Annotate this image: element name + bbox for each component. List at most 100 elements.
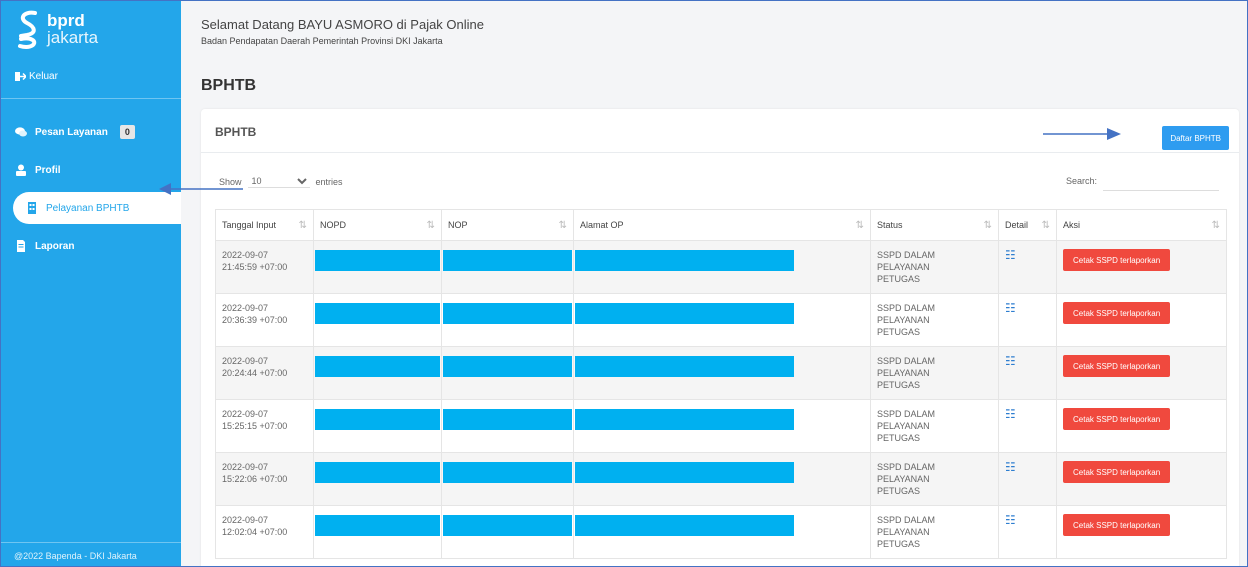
sidebar-item-label: Laporan bbox=[35, 240, 75, 252]
sidebar-item-pelayanan-bphtb[interactable]: Pelayanan BPHTB bbox=[13, 192, 181, 224]
bphtb-table: Tanggal Input ⇅ NOPD ⇅ NOP ⇅ Alamat OP ⇅ Sta… bbox=[215, 209, 1227, 559]
redaction-bar bbox=[315, 303, 440, 324]
logout-link[interactable]: Keluar bbox=[15, 71, 58, 82]
nop-cell bbox=[441, 452, 574, 506]
search-label: Search: bbox=[1065, 176, 1097, 186]
alamat-op-cell bbox=[573, 452, 871, 506]
bphtb-card: BPHTB Daftar BPHTB Show 10 entries Searc… bbox=[201, 109, 1239, 566]
column-header-alamat-op[interactable]: Alamat OP ⇅ bbox=[573, 209, 871, 241]
detail-cell: ☷ bbox=[998, 346, 1057, 400]
redaction-bar bbox=[315, 515, 440, 536]
agency-subtitle: Badan Pendapatan Daerah Pemerintah Provi… bbox=[201, 36, 443, 46]
time-text: 21:45:59 +07:00 bbox=[222, 262, 288, 272]
nop-cell bbox=[441, 505, 574, 559]
sidebar-nav: Pesan Layanan 0 Profil Pelayanan BPHTB L… bbox=[1, 113, 181, 265]
list-detail-icon[interactable]: ☷ bbox=[1005, 354, 1016, 368]
sidebar-item-label: Pesan Layanan bbox=[35, 126, 108, 138]
bprd-logo-icon bbox=[18, 10, 37, 49]
column-header-label: Status bbox=[877, 220, 903, 230]
search-input[interactable] bbox=[1103, 171, 1219, 191]
redaction-bar bbox=[443, 409, 572, 430]
status-line: SSPD DALAM bbox=[877, 250, 936, 260]
sort-icon: ⇅ bbox=[558, 220, 567, 231]
detail-cell: ☷ bbox=[998, 399, 1057, 453]
nop-cell bbox=[441, 240, 574, 294]
redaction-bar bbox=[575, 303, 794, 324]
list-detail-icon[interactable]: ☷ bbox=[1005, 301, 1016, 315]
sidebar-item-pesan-layanan[interactable]: Pesan Layanan 0 bbox=[1, 113, 181, 151]
status-line: PELAYANAN bbox=[877, 421, 930, 431]
column-header-nopd[interactable]: NOPD ⇅ bbox=[313, 209, 442, 241]
date-cell: 2022-09-07 15:25:15 +07:00 bbox=[215, 399, 314, 453]
sidebar-item-label: Pelayanan BPHTB bbox=[46, 202, 130, 214]
column-header-aksi[interactable]: Aksi ⇅ bbox=[1056, 209, 1227, 241]
redaction-bar bbox=[443, 356, 572, 377]
status-line: PETUGAS bbox=[877, 274, 921, 284]
logout-label: Keluar bbox=[29, 71, 58, 82]
column-header-label: Aksi bbox=[1063, 220, 1081, 230]
status-line: PETUGAS bbox=[877, 433, 921, 443]
redaction-bar bbox=[443, 250, 572, 271]
entries-label: entries bbox=[315, 176, 343, 187]
status-line: PELAYANAN bbox=[877, 474, 930, 484]
status-cell: SSPD DALAM PELAYANAN PETUGAS bbox=[870, 240, 999, 294]
redaction-bar bbox=[575, 356, 794, 377]
sort-icon: ⇅ bbox=[983, 220, 992, 231]
redaction-bar bbox=[443, 515, 572, 536]
column-header-tanggal-input[interactable]: Tanggal Input ⇅ bbox=[215, 209, 314, 241]
status-cell: SSPD DALAM PELAYANAN PETUGAS bbox=[870, 293, 999, 347]
status-line: SSPD DALAM bbox=[877, 515, 936, 525]
cetak-sspd-button[interactable]: Cetak SSPD terlaporkan bbox=[1063, 249, 1171, 271]
entries-select[interactable]: 10 bbox=[247, 175, 310, 188]
table-row: 2022-09-07 20:36:39 +07:00 SSPD DALAM PELAY… bbox=[215, 293, 1227, 347]
nop-cell bbox=[441, 293, 574, 347]
nopd-cell bbox=[313, 346, 442, 400]
alamat-op-cell bbox=[573, 240, 871, 294]
table-row: 2022-09-07 21:45:59 +07:00 SSPD DALAM PELAY… bbox=[215, 240, 1227, 294]
cetak-sspd-button[interactable]: Cetak SSPD terlaporkan bbox=[1063, 302, 1171, 324]
alamat-op-cell bbox=[573, 399, 871, 453]
list-detail-icon[interactable]: ☷ bbox=[1005, 248, 1016, 262]
status-line: SSPD DALAM bbox=[877, 303, 936, 313]
list-detail-icon[interactable]: ☷ bbox=[1005, 407, 1016, 421]
detail-cell: ☷ bbox=[998, 505, 1057, 559]
sign-out-icon bbox=[15, 72, 26, 81]
date-text: 2022-09-07 bbox=[222, 409, 269, 419]
cetak-sspd-button[interactable]: Cetak SSPD terlaporkan bbox=[1063, 408, 1171, 430]
nopd-cell bbox=[313, 505, 442, 559]
status-line: PELAYANAN bbox=[877, 527, 930, 537]
column-header-status[interactable]: Status ⇅ bbox=[870, 209, 999, 241]
list-detail-icon[interactable]: ☷ bbox=[1005, 513, 1016, 527]
redaction-bar bbox=[443, 462, 572, 483]
daftar-bphtb-button[interactable]: Daftar BPHTB bbox=[1162, 126, 1229, 150]
sidebar-item-laporan[interactable]: Laporan bbox=[1, 227, 181, 265]
logo-text-top: bprd bbox=[47, 11, 85, 30]
time-text: 15:25:15 +07:00 bbox=[222, 421, 288, 431]
sidebar-footer: @2022 Bapenda - DKI Jakarta bbox=[1, 542, 181, 566]
date-text: 2022-09-07 bbox=[222, 303, 269, 313]
time-text: 20:36:39 +07:00 bbox=[222, 315, 288, 325]
app-window: bprd jakarta Keluar Pesan Layanan 0 Prof… bbox=[0, 0, 1248, 567]
redaction-bar bbox=[575, 515, 794, 536]
column-header-detail[interactable]: Detail ⇅ bbox=[998, 209, 1057, 241]
column-header-nop[interactable]: NOP ⇅ bbox=[441, 209, 574, 241]
time-text: 12:02:04 +07:00 bbox=[222, 527, 288, 537]
time-text: 20:24:44 +07:00 bbox=[222, 368, 288, 378]
list-detail-icon[interactable]: ☷ bbox=[1005, 460, 1016, 474]
status-line: SSPD DALAM bbox=[877, 356, 936, 366]
cetak-sspd-button[interactable]: Cetak SSPD terlaporkan bbox=[1063, 514, 1171, 536]
sidebar-item-profil[interactable]: Profil bbox=[1, 151, 181, 189]
column-header-label: Tanggal Input bbox=[222, 220, 277, 230]
nop-cell bbox=[441, 399, 574, 453]
date-text: 2022-09-07 bbox=[222, 356, 269, 366]
annotation-arrow-sidebar bbox=[159, 183, 243, 195]
date-text: 2022-09-07 bbox=[222, 250, 269, 260]
cetak-sspd-button[interactable]: Cetak SSPD terlaporkan bbox=[1063, 355, 1171, 377]
redaction-bar bbox=[575, 409, 794, 430]
time-text: 15:22:06 +07:00 bbox=[222, 474, 288, 484]
cetak-sspd-button[interactable]: Cetak SSPD terlaporkan bbox=[1063, 461, 1171, 483]
date-cell: 2022-09-07 21:45:59 +07:00 bbox=[215, 240, 314, 294]
sidebar: bprd jakarta Keluar Pesan Layanan 0 Prof… bbox=[1, 1, 181, 566]
status-cell: SSPD DALAM PELAYANAN PETUGAS bbox=[870, 346, 999, 400]
redaction-bar bbox=[315, 250, 440, 271]
